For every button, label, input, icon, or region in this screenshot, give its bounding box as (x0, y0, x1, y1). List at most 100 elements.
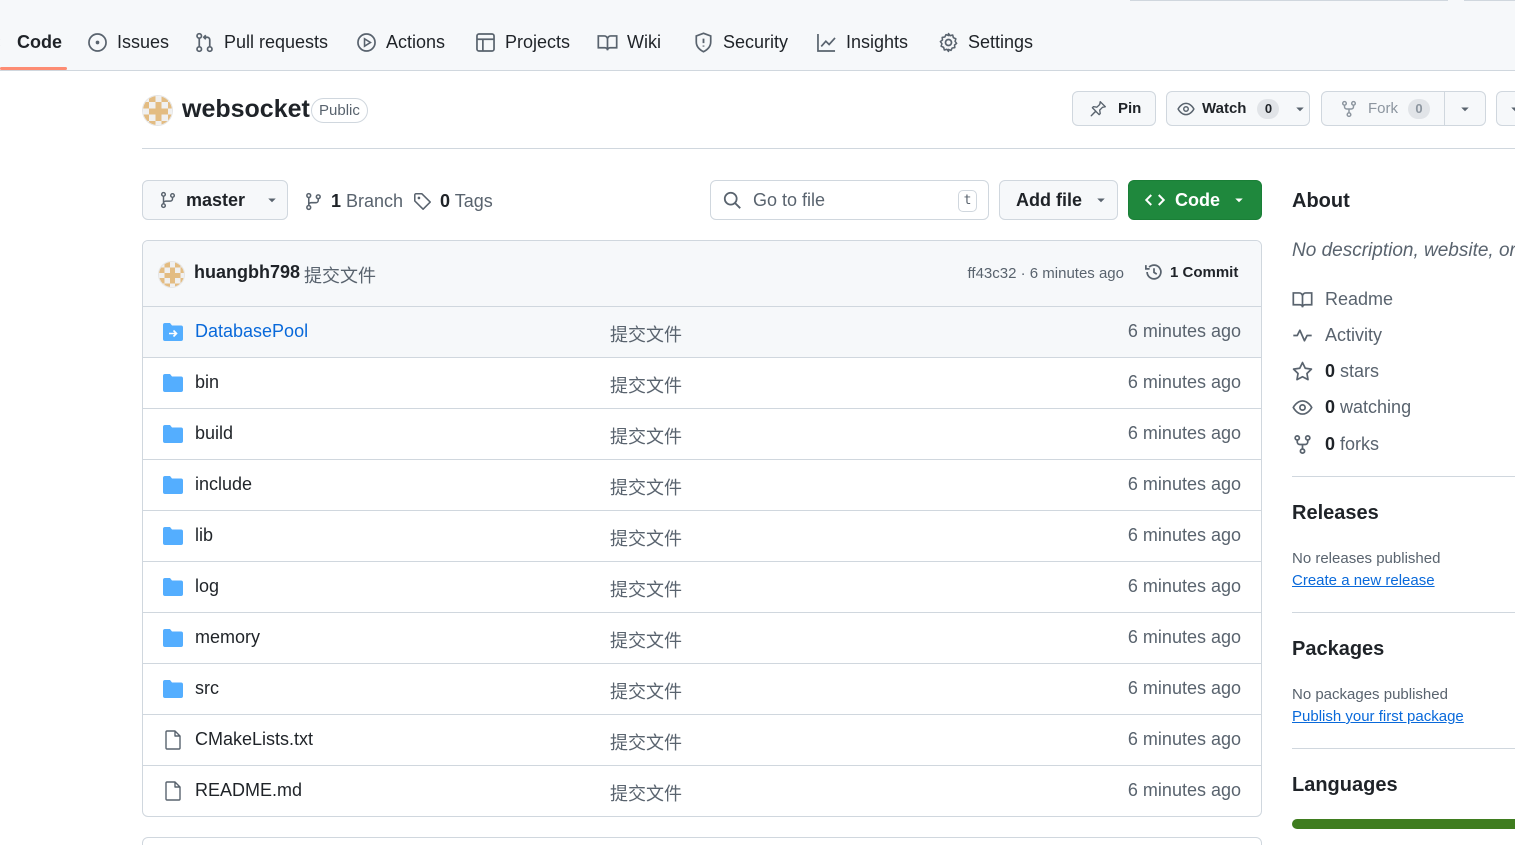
tab-insights[interactable]: Insights (816, 26, 908, 58)
file-icon (165, 781, 181, 801)
file-commit-message[interactable]: 提交文件 (610, 576, 682, 602)
sidebar-divider (1292, 612, 1515, 613)
file-commit-message[interactable]: 提交文件 (610, 627, 682, 653)
fork-dropdown-button[interactable] (1444, 91, 1486, 126)
repo-nav: Code Issues Pull requests Actions Projec… (0, 0, 1515, 71)
commit-author-avatar[interactable] (158, 261, 185, 288)
file-commit-message[interactable]: 提交文件 (610, 372, 682, 398)
tab-issues[interactable]: Issues (87, 26, 169, 58)
tab-actions[interactable]: Actions (356, 26, 445, 58)
go-to-file-search[interactable]: t (710, 180, 989, 220)
commit-author[interactable]: huangbh798 (194, 262, 300, 283)
create-release-link[interactable]: Create a new release (1292, 572, 1435, 589)
pin-label: Pin (1118, 100, 1142, 117)
folder-icon (163, 374, 183, 392)
sidebar-divider (1292, 748, 1515, 749)
file-commit-time: 6 minutes ago (1127, 372, 1241, 392)
pin-button[interactable]: Pin (1072, 91, 1156, 126)
shortcut-hint: t (958, 190, 977, 212)
commit-history-link[interactable]: 1 Commit (1144, 262, 1238, 282)
packages-heading[interactable]: Packages (1292, 638, 1384, 661)
pulse-icon (1293, 328, 1312, 342)
fork-label: Fork (1368, 100, 1398, 117)
file-name[interactable]: src (195, 678, 219, 699)
shield-icon (695, 31, 712, 53)
file-commit-time: 6 minutes ago (1127, 729, 1241, 749)
tab-wiki[interactable]: Wiki (597, 26, 661, 58)
file-name[interactable]: lib (195, 525, 213, 546)
file-name[interactable]: include (195, 474, 252, 495)
publish-package-link[interactable]: Publish your first package (1292, 708, 1464, 725)
star-icon (1292, 361, 1313, 380)
file-row[interactable]: bin 提交文件 6 minutes ago (143, 358, 1261, 409)
commit-hash-time[interactable]: ff43c32 · 6 minutes ago (968, 265, 1125, 282)
file-name[interactable]: memory (195, 627, 260, 648)
file-commit-message[interactable]: 提交文件 (610, 321, 682, 347)
book-icon (1292, 291, 1313, 308)
tab-settings[interactable]: Settings (938, 26, 1033, 58)
file-commit-message[interactable]: 提交文件 (610, 780, 682, 806)
table-icon (476, 32, 495, 52)
file-name[interactable]: bin (195, 372, 219, 393)
visibility-badge: Public (311, 98, 368, 123)
branch-label: Branch (346, 190, 404, 211)
file-row[interactable]: build 提交文件 6 minutes ago (143, 409, 1261, 460)
file-row[interactable]: lib 提交文件 6 minutes ago (143, 511, 1261, 562)
branch-selector[interactable]: master (142, 180, 288, 220)
nav-top-border-right (1464, 0, 1515, 1)
commit-count-label: 1 Commit (1170, 263, 1239, 281)
branches-link[interactable]: 1 Branch (304, 188, 403, 214)
file-row[interactable]: log 提交文件 6 minutes ago (143, 562, 1261, 613)
add-file-button[interactable]: Add file (999, 180, 1118, 220)
caret-down-icon (1097, 198, 1105, 203)
commit-message[interactable]: 提交文件 (304, 262, 376, 288)
readme-link[interactable]: Readme (1292, 287, 1393, 311)
owner-avatar[interactable] (142, 95, 173, 126)
file-row[interactable]: DatabasePool 提交文件 6 minutes ago (143, 307, 1261, 358)
file-commit-message[interactable]: 提交文件 (610, 423, 682, 449)
play-icon (357, 32, 376, 52)
caret-down-icon (1511, 107, 1515, 111)
file-name[interactable]: log (195, 576, 219, 597)
file-row[interactable]: CMakeLists.txt 提交文件 6 minutes ago (143, 715, 1261, 766)
file-commit-time: 6 minutes ago (1127, 474, 1241, 494)
fork-button[interactable]: Fork 0 (1321, 91, 1445, 126)
folder-icon (163, 527, 183, 545)
tab-label: Issues (117, 31, 170, 52)
file-name[interactable]: CMakeLists.txt (195, 729, 313, 750)
nav-top-border (1130, 0, 1448, 1)
tab-projects[interactable]: Projects (475, 26, 570, 58)
search-input[interactable] (753, 189, 943, 211)
repo-name[interactable]: websocket (182, 95, 310, 124)
file-row[interactable]: include 提交文件 6 minutes ago (143, 460, 1261, 511)
forks-link[interactable]: 0 forks (1292, 432, 1379, 456)
tags-link[interactable]: 0 Tags (413, 188, 493, 214)
file-commit-message[interactable]: 提交文件 (610, 678, 682, 704)
branch-icon (306, 192, 321, 210)
tab-pull-requests[interactable]: Pull requests (194, 26, 328, 58)
packages-empty-text: No packages published (1292, 686, 1448, 703)
file-row[interactable]: memory 提交文件 6 minutes ago (143, 613, 1261, 664)
file-name[interactable]: README.md (195, 780, 302, 801)
file-name[interactable]: build (195, 423, 233, 444)
file-commit-time: 6 minutes ago (1127, 780, 1241, 800)
activity-link[interactable]: Activity (1292, 323, 1382, 347)
file-name[interactable]: DatabasePool (195, 321, 308, 342)
code-button[interactable]: Code (1128, 180, 1262, 220)
file-row[interactable]: src 提交文件 6 minutes ago (143, 664, 1261, 715)
star-dropdown-button[interactable] (1496, 91, 1515, 126)
releases-heading[interactable]: Releases (1292, 502, 1379, 525)
tab-code[interactable]: Code (0, 26, 62, 58)
stars-link[interactable]: 0 stars (1292, 359, 1379, 383)
file-commit-message[interactable]: 提交文件 (610, 525, 682, 551)
tab-security[interactable]: Security (693, 26, 788, 58)
watching-link[interactable]: 0 watching (1292, 395, 1411, 419)
watch-button[interactable]: Watch 0 (1166, 91, 1310, 126)
file-commit-message[interactable]: 提交文件 (610, 729, 682, 755)
file-commit-message[interactable]: 提交文件 (610, 474, 682, 500)
file-row[interactable]: README.md 提交文件 6 minutes ago (143, 766, 1261, 816)
submodule-icon (163, 323, 183, 341)
search-icon (723, 191, 741, 209)
active-tab-indicator (0, 67, 67, 70)
fork-icon (1294, 434, 1311, 454)
